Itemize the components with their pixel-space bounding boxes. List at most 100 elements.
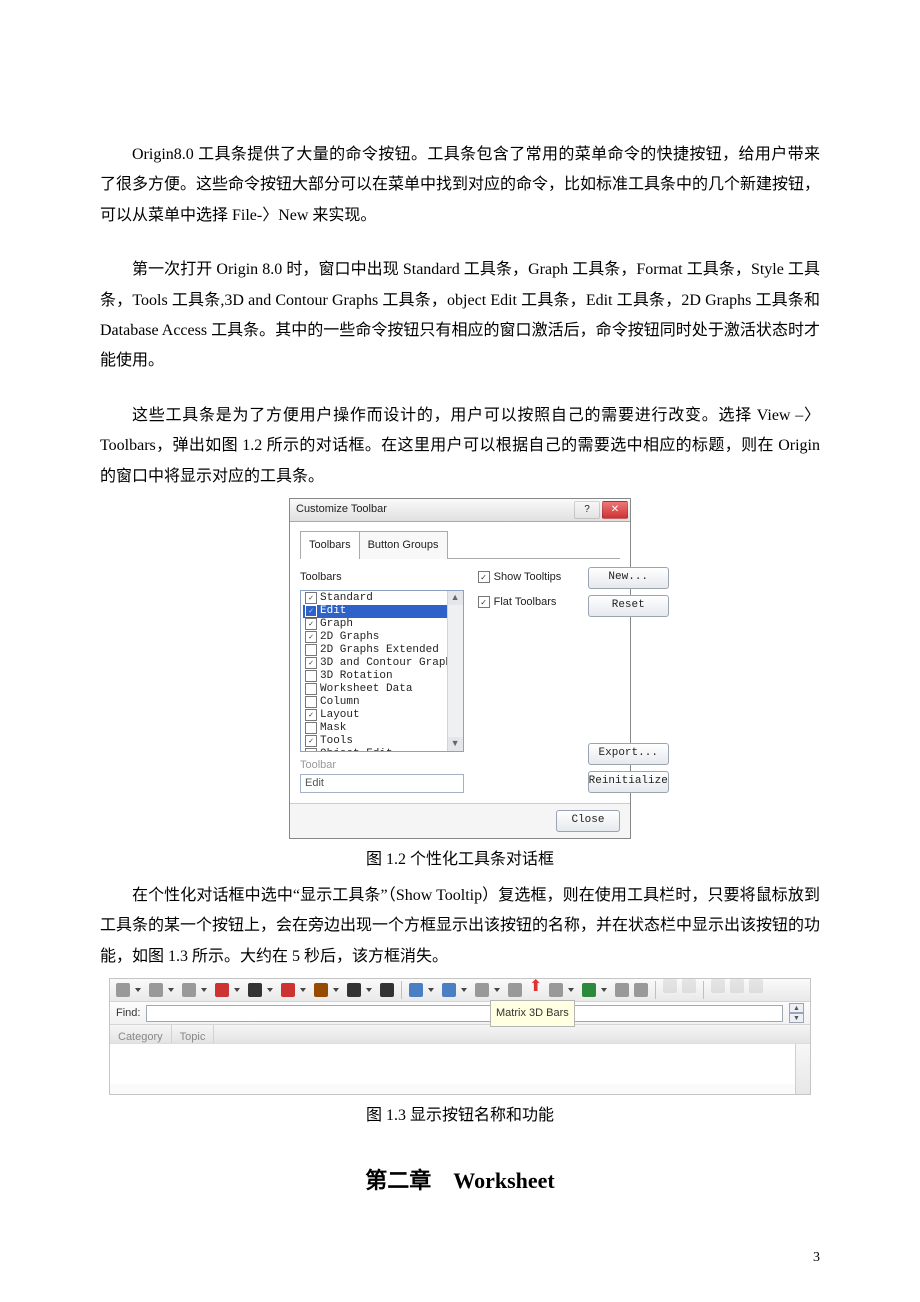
dropdown-icon[interactable] bbox=[461, 988, 467, 992]
reset-button[interactable]: Reset bbox=[588, 595, 669, 617]
tool-icon[interactable] bbox=[116, 983, 130, 997]
toolbar-list-item[interactable]: 3D Rotation bbox=[303, 670, 461, 683]
spinner-down-icon[interactable]: ▼ bbox=[789, 1013, 804, 1023]
dropdown-icon[interactable] bbox=[267, 988, 273, 992]
tab-button-groups[interactable]: Button Groups bbox=[359, 531, 448, 559]
dropdown-icon[interactable] bbox=[300, 988, 306, 992]
toolbar-name-field[interactable]: Edit bbox=[300, 774, 464, 793]
export-button[interactable]: Export... bbox=[588, 743, 669, 765]
toolbar-list-label: 2D Graphs bbox=[320, 631, 379, 644]
checkbox-icon bbox=[478, 596, 490, 608]
dropdown-icon[interactable] bbox=[494, 988, 500, 992]
dropdown-icon[interactable] bbox=[234, 988, 240, 992]
checkbox-icon[interactable] bbox=[305, 735, 317, 747]
tool-icon bbox=[682, 979, 696, 993]
dropdown-icon[interactable] bbox=[333, 988, 339, 992]
separator bbox=[401, 981, 402, 999]
reinitialize-button[interactable]: Reinitialize bbox=[588, 771, 669, 793]
paragraph-2: 第一次打开 Origin 8.0 时，窗口中出现 Standard 工具条，Gr… bbox=[100, 255, 820, 377]
tool-icon[interactable] bbox=[508, 983, 522, 997]
toolbars-section-label: Toolbars bbox=[300, 567, 464, 588]
toolbar-list-item[interactable]: Object Edit bbox=[303, 748, 461, 752]
toolbar-list-item[interactable]: Mask bbox=[303, 722, 461, 735]
checkbox-icon[interactable] bbox=[305, 670, 317, 682]
checkbox-icon[interactable] bbox=[305, 683, 317, 695]
page-number: 3 bbox=[813, 1245, 820, 1272]
col-topic[interactable]: Topic bbox=[172, 1025, 215, 1043]
toolbar-list-item[interactable]: Tools bbox=[303, 735, 461, 748]
tool-icon[interactable] bbox=[380, 983, 394, 997]
checkbox-icon[interactable] bbox=[305, 592, 317, 604]
checkbox-icon[interactable] bbox=[305, 618, 317, 630]
dropdown-icon[interactable] bbox=[568, 988, 574, 992]
scroll-up-icon[interactable]: ▲ bbox=[448, 591, 463, 605]
spinner-up-icon[interactable]: ▲ bbox=[789, 1003, 804, 1013]
toolbar-list-item[interactable]: Column bbox=[303, 696, 461, 709]
checkbox-icon[interactable] bbox=[305, 657, 317, 669]
checkbox-icon[interactable] bbox=[305, 631, 317, 643]
find-spinner[interactable]: ▲▼ bbox=[789, 1003, 804, 1023]
toolbar-list-item[interactable]: Standard bbox=[303, 592, 461, 605]
tool-icon bbox=[663, 979, 677, 993]
toolbar-list-item[interactable]: Edit bbox=[303, 605, 461, 618]
checkbox-icon[interactable] bbox=[305, 709, 317, 721]
tool-icon[interactable] bbox=[409, 983, 423, 997]
dialog-titlebar[interactable]: Customize Toolbar ? ✕ bbox=[290, 499, 630, 522]
dropdown-icon[interactable] bbox=[428, 988, 434, 992]
toolbar-list-item[interactable]: Layout bbox=[303, 709, 461, 722]
tool-icon[interactable] bbox=[182, 983, 196, 997]
toolbars-listbox[interactable]: StandardEditGraph2D Graphs2D Graphs Exte… bbox=[300, 590, 464, 752]
listbox-scrollbar[interactable]: ▲ ▼ bbox=[447, 591, 463, 751]
toolbar-list-label: Tools bbox=[320, 735, 353, 748]
show-tooltips-checkbox[interactable]: Show Tooltips bbox=[478, 567, 574, 588]
dropdown-icon[interactable] bbox=[135, 988, 141, 992]
checkbox-icon[interactable] bbox=[305, 748, 317, 752]
tool-icon[interactable] bbox=[215, 983, 229, 997]
tool-icon bbox=[749, 979, 763, 993]
tool-icon[interactable] bbox=[634, 983, 648, 997]
help-button[interactable]: ? bbox=[574, 501, 600, 519]
show-tooltips-label: Show Tooltips bbox=[494, 567, 562, 588]
tool-icon[interactable] bbox=[149, 983, 163, 997]
checkbox-icon[interactable] bbox=[305, 644, 317, 656]
tool-icon[interactable] bbox=[615, 983, 629, 997]
toolbar-list-label: Object Edit bbox=[320, 748, 393, 752]
tool-icon[interactable] bbox=[442, 983, 456, 997]
toolbar-list-label: Standard bbox=[320, 592, 373, 605]
scroll-down-icon[interactable]: ▼ bbox=[448, 737, 463, 751]
col-category[interactable]: Category bbox=[110, 1025, 172, 1043]
toolbar-list-item[interactable]: Worksheet Data bbox=[303, 683, 461, 696]
toolbar-list-label: Column bbox=[320, 696, 360, 709]
close-button[interactable]: Close bbox=[556, 810, 620, 832]
new-button[interactable]: New... bbox=[588, 567, 669, 589]
checkbox-icon[interactable] bbox=[305, 722, 317, 734]
tool-icon[interactable] bbox=[314, 983, 328, 997]
tool-icon[interactable] bbox=[582, 983, 596, 997]
toolbar-list-item[interactable]: 3D and Contour Graphs bbox=[303, 657, 461, 670]
toolbar-list-label: Layout bbox=[320, 709, 360, 722]
dropdown-icon[interactable] bbox=[366, 988, 372, 992]
dropdown-icon[interactable] bbox=[201, 988, 207, 992]
figure-1-2-caption: 图 1.2 个性化工具条对话框 bbox=[100, 845, 820, 875]
toolbar-list-item[interactable]: 2D Graphs bbox=[303, 631, 461, 644]
find-label: Find: bbox=[116, 1003, 140, 1024]
tool-icon[interactable] bbox=[549, 983, 563, 997]
checkbox-icon[interactable] bbox=[305, 605, 317, 617]
dropdown-icon[interactable] bbox=[168, 988, 174, 992]
close-icon[interactable]: ✕ bbox=[602, 501, 628, 519]
checkbox-icon[interactable] bbox=[305, 696, 317, 708]
tool-icon[interactable] bbox=[347, 983, 361, 997]
toolbar-list-item[interactable]: 2D Graphs Extended bbox=[303, 644, 461, 657]
toolbar-list-item[interactable]: Graph bbox=[303, 618, 461, 631]
tool-icon[interactable] bbox=[281, 983, 295, 997]
tooltip: Matrix 3D Bars bbox=[490, 1000, 575, 1027]
customize-toolbar-dialog: Customize Toolbar ? ✕ Toolbars Button Gr… bbox=[289, 498, 631, 839]
tab-toolbars[interactable]: Toolbars bbox=[300, 531, 360, 559]
dropdown-icon[interactable] bbox=[601, 988, 607, 992]
tool-icon[interactable] bbox=[248, 983, 262, 997]
tool-icon[interactable] bbox=[475, 983, 489, 997]
flat-toolbars-checkbox[interactable]: Flat Toolbars bbox=[478, 592, 574, 613]
chapter-number: 第二章 bbox=[365, 1168, 431, 1193]
toolbar-list-label: Edit bbox=[320, 605, 346, 618]
find-input[interactable] bbox=[146, 1005, 783, 1022]
